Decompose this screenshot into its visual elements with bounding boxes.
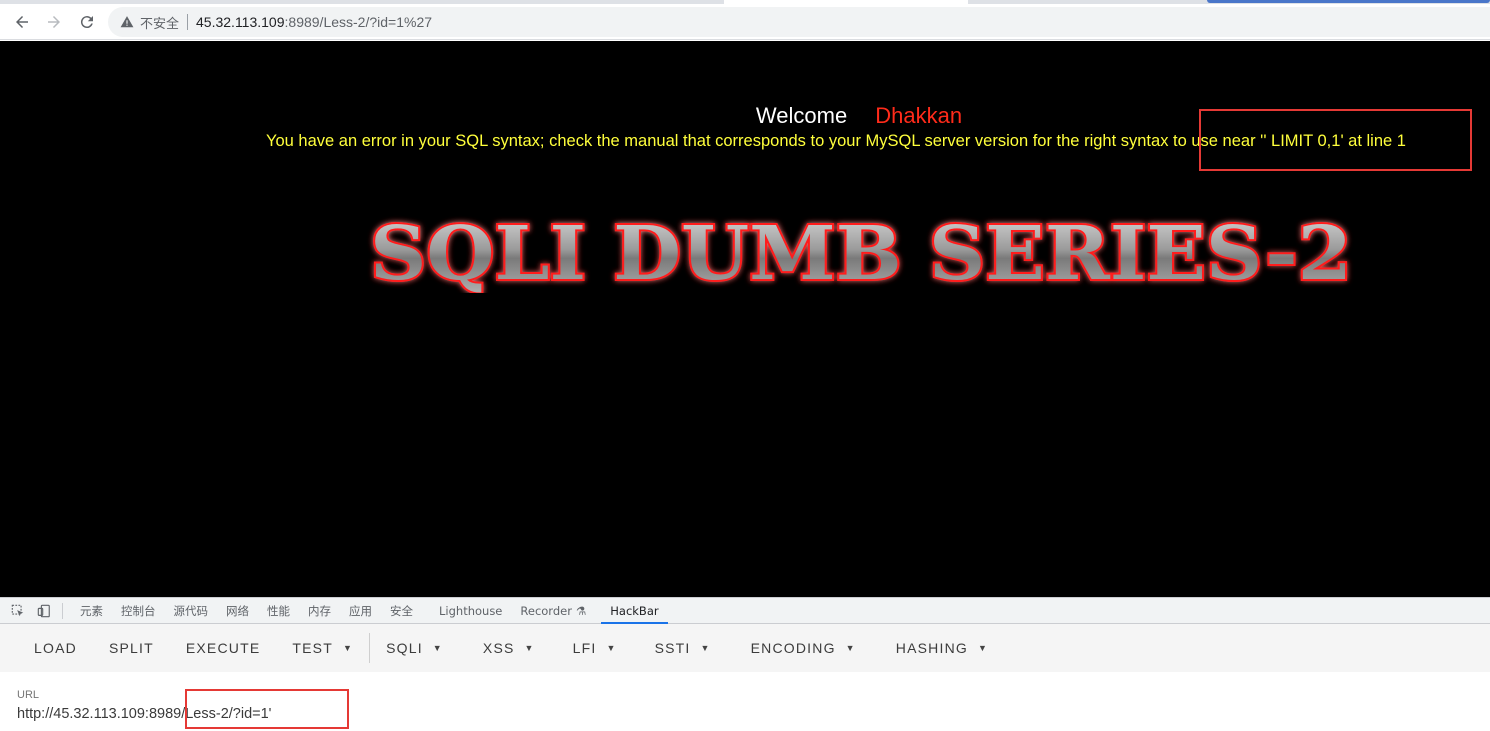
test-dropdown-label: TEST	[292, 640, 333, 656]
address-separator	[187, 14, 189, 30]
device-toolbar-icon[interactable]	[36, 603, 52, 619]
caret-down-icon: ▼	[977, 643, 989, 653]
warning-icon	[120, 16, 134, 28]
encoding-dropdown-label: ENCODING	[750, 640, 836, 656]
xss-dropdown[interactable]: XSS ▼	[467, 630, 551, 666]
caret-down-icon: ▼	[524, 643, 535, 653]
lfi-dropdown[interactable]: LFI ▼	[557, 630, 633, 666]
flask-icon: ⚗	[575, 603, 587, 618]
tab-recorder[interactable]: Recorder ⚗	[511, 598, 595, 624]
ssti-dropdown[interactable]: SSTI ▼	[639, 630, 727, 666]
load-button[interactable]: LOAD	[18, 630, 93, 666]
load-button-label: LOAD	[34, 640, 77, 656]
hackbar-toolbar: LOAD SPLIT EXECUTE TEST ▼ SQLI ▼ XSS ▼ LFI ▼…	[0, 624, 1490, 672]
execute-button[interactable]: EXECUTE	[170, 630, 277, 666]
security-label[interactable]: 不安全	[140, 13, 179, 32]
tab-application[interactable]: 应用	[340, 598, 381, 624]
tab-performance[interactable]: 性能	[258, 598, 299, 624]
reload-button[interactable]	[74, 9, 100, 35]
caret-down-icon: ▼	[845, 643, 856, 653]
test-dropdown[interactable]: TEST ▼	[276, 630, 369, 666]
tab-elements[interactable]: 元素	[71, 598, 112, 624]
welcome-text: Welcome	[755, 103, 848, 128]
tab-security[interactable]: 安全	[381, 598, 422, 624]
hashing-dropdown[interactable]: HASHING ▼	[880, 630, 1004, 666]
address-bar[interactable]: 不安全 45.32.113.109:8989/Less-2/?id=1%27	[108, 7, 1490, 37]
reload-icon	[80, 16, 93, 29]
tab-lighthouse[interactable]: Lighthouse	[430, 598, 511, 624]
caret-down-icon: ▼	[606, 643, 617, 653]
banner-text: SQLI DUMB SERIES-2	[370, 213, 1352, 293]
ssti-dropdown-label: SSTI	[654, 640, 691, 656]
xss-dropdown-label: XSS	[482, 640, 515, 656]
split-button[interactable]: SPLIT	[93, 630, 170, 666]
sqli-dropdown[interactable]: SQLI ▼	[370, 630, 459, 666]
tab-network[interactable]: 网络	[217, 598, 258, 624]
devtools-divider	[62, 602, 63, 619]
back-button[interactable]	[9, 9, 35, 35]
tab-memory[interactable]: 内存	[299, 598, 340, 624]
sqli-banner: SQLI DUMB SERIES-2	[368, 213, 1354, 293]
lfi-dropdown-label: LFI	[572, 640, 597, 656]
caret-down-icon: ▼	[700, 643, 711, 653]
arrow-left-icon	[16, 16, 28, 28]
encoding-dropdown[interactable]: ENCODING ▼	[735, 630, 872, 666]
caret-down-icon: ▼	[432, 643, 443, 653]
arrow-right-icon	[48, 16, 60, 28]
url-host: 45.32.113.109	[196, 14, 285, 30]
execute-button-label: EXECUTE	[185, 640, 261, 656]
tab-recorder-label: Recorder	[520, 603, 572, 618]
devtools-tab-bar: 元素 控制台 源代码 网络 性能 内存 应用 安全 Lighthouse Rec…	[0, 598, 1490, 624]
username-text: Dhakkan	[875, 103, 963, 128]
tab-console[interactable]: 控制台	[112, 598, 165, 624]
devtools-panel: 元素 控制台 源代码 网络 性能 内存 应用 安全 Lighthouse Rec…	[0, 597, 1490, 731]
tab-hackbar[interactable]: HackBar	[601, 598, 668, 624]
url-path: :8989/Less-2/?id=1%27	[284, 14, 433, 30]
tab-group-indicator[interactable]	[1207, 0, 1490, 3]
split-button-label: SPLIT	[108, 640, 154, 656]
tab-sources[interactable]: 源代码	[165, 598, 218, 624]
inspect-element-icon[interactable]	[10, 603, 26, 619]
page-viewport: Welcome Dhakkan You have an error in your…	[0, 41, 1490, 597]
caret-down-icon: ▼	[342, 643, 354, 653]
forward-button[interactable]	[41, 9, 67, 35]
welcome-line: Welcome Dhakkan	[0, 103, 1490, 129]
sql-error-message: You have an error in your SQL syntax; ch…	[266, 132, 1406, 150]
hashing-dropdown-label: HASHING	[895, 640, 968, 656]
url-field-label: URL	[17, 689, 40, 701]
url-input[interactable]: http://45.32.113.109:8989/Less-2/?id=1'	[17, 706, 271, 722]
browser-toolbar: 不安全 45.32.113.109:8989/Less-2/?id=1%27	[0, 4, 1490, 40]
sqli-dropdown-label: SQLI	[386, 640, 423, 656]
